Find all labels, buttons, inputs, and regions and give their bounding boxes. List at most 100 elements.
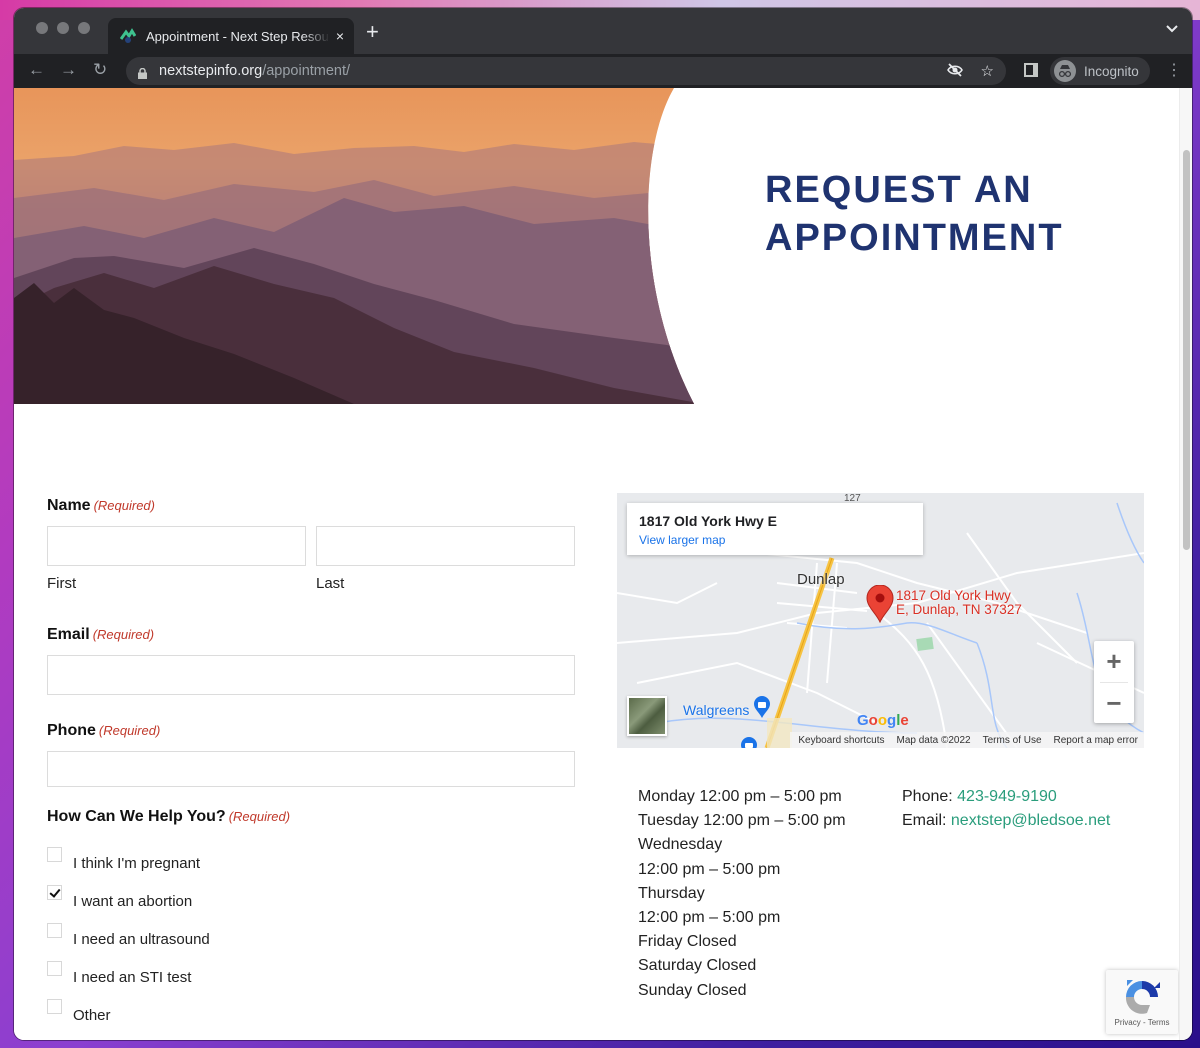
view-larger-map-link[interactable]: View larger map [639, 533, 911, 547]
shopping-bag-poi-icon[interactable] [753, 695, 771, 724]
recaptcha-privacy-terms[interactable]: Privacy - Terms [1106, 1018, 1178, 1027]
phone-field-label: Phone (Required) [47, 722, 160, 740]
terms-of-use-link[interactable]: Terms of Use [983, 735, 1042, 746]
required-indicator: (Required) [92, 627, 155, 642]
help-option-checkbox[interactable] [47, 999, 62, 1014]
shopping-bag-poi-icon[interactable] [740, 736, 758, 748]
side-panel-icon[interactable] [1024, 63, 1038, 77]
hours-line: 12:00 pm – 5:00 pm [638, 860, 781, 878]
map-poi-label[interactable]: Walgreens [683, 702, 749, 718]
help-option-label[interactable]: I want an abortion [73, 893, 192, 910]
help-option-label[interactable]: I need an STI test [73, 969, 191, 986]
phone-link[interactable]: 423-949-9190 [957, 788, 1057, 805]
last-name-input[interactable] [316, 526, 575, 566]
hero-banner: REQUEST AN APPOINTMENT [14, 88, 1179, 404]
help-option[interactable]: Other [47, 999, 210, 1037]
help-option[interactable]: I want an abortion [47, 885, 210, 923]
new-tab-button[interactable]: + [366, 19, 379, 45]
help-option-label[interactable]: I need an ultrasound [73, 931, 210, 948]
web-page: REQUEST AN APPOINTMENT Name (Required) Fi… [14, 88, 1192, 1040]
contact-info: Phone: 423-949-9190 Email: nextstep@bled… [902, 785, 1110, 833]
reload-icon[interactable]: ↻ [93, 60, 107, 80]
hours-line: 12:00 pm – 5:00 pm [638, 909, 781, 927]
map-zoom-out-button[interactable]: − [1094, 683, 1134, 724]
keyboard-shortcuts-link[interactable]: Keyboard shortcuts [798, 735, 884, 746]
page-scrollbar[interactable] [1179, 88, 1192, 1040]
minimize-window-button[interactable] [57, 22, 69, 34]
page-title-line-1: REQUEST AN [765, 169, 1033, 211]
help-option-checkbox[interactable] [47, 961, 62, 976]
browser-window: Appointment - Next Step Resources × + ← … [14, 8, 1192, 1040]
scrollbar-thumb[interactable] [1183, 150, 1190, 550]
contact-phone: Phone: 423-949-9190 [902, 785, 1110, 809]
report-map-error-link[interactable]: Report a map error [1054, 735, 1138, 746]
hours-line: Saturday Closed [638, 957, 757, 975]
help-option-checkbox[interactable] [47, 885, 62, 900]
incognito-profile-button[interactable]: Incognito [1050, 57, 1150, 85]
office-hours: Monday 12:00 pm – 5:00 pm Tuesday 12:00 … [638, 785, 846, 1003]
recaptcha-badge[interactable]: Privacy - Terms [1106, 970, 1178, 1034]
title-bar: Appointment - Next Step Resources × + [14, 8, 1192, 54]
page-title-line-2: APPOINTMENT [765, 217, 1064, 259]
required-indicator: (Required) [93, 498, 155, 513]
phone-label: Phone [47, 722, 96, 739]
help-option-label[interactable]: I think I'm pregnant [73, 855, 200, 872]
email-caption: Email: [902, 812, 951, 830]
tab-title: Appointment - Next Step Resources [146, 28, 330, 44]
back-arrow-icon[interactable]: ← [28, 60, 45, 80]
last-name-sublabel: Last [316, 575, 345, 592]
bookmark-star-icon[interactable]: ☆ [981, 62, 994, 82]
phone-caption: Phone: [902, 788, 958, 805]
pin-address-line-1: 1817 Old York Hwy [896, 588, 1011, 603]
url-domain: nextstepinfo.org [159, 63, 263, 79]
maximize-window-button[interactable] [78, 22, 90, 34]
help-option[interactable]: I need an ultrasound [47, 923, 210, 961]
window-controls [36, 22, 90, 34]
browser-menu-icon[interactable]: ⋮ [1166, 60, 1182, 80]
help-field-label: How Can We Help You? (Required) [47, 808, 290, 826]
incognito-icon [1054, 60, 1076, 82]
email-label: Email [47, 626, 90, 643]
pin-address-line-2: E, Dunlap, TN 37327 [896, 602, 1022, 617]
page-title: REQUEST AN APPOINTMENT [765, 166, 1064, 262]
help-option-checkbox[interactable] [47, 923, 62, 938]
hours-line: Tuesday 12:00 pm – 5:00 pm [638, 812, 846, 830]
help-option-checkbox[interactable] [47, 847, 62, 862]
url-path: /appointment/ [262, 63, 351, 79]
map-data-attribution: Map data ©2022 [896, 734, 971, 746]
name-field-label: Name (Required) [47, 497, 155, 515]
address-bar[interactable]: nextstepinfo.org/appointment/ ☆ [126, 57, 1006, 85]
tab-close-icon[interactable]: × [336, 28, 344, 44]
hours-line: Sunday Closed [638, 981, 747, 999]
first-name-sublabel: First [47, 575, 77, 592]
satellite-view-toggle[interactable] [627, 696, 667, 736]
help-option[interactable]: I think I'm pregnant [47, 847, 210, 885]
email-input[interactable] [47, 655, 575, 695]
tab-appointment[interactable]: Appointment - Next Step Resources × [108, 18, 354, 54]
map-pin-icon[interactable] [866, 584, 894, 628]
email-link[interactable]: nextstep@bledsoe.net [951, 812, 1110, 829]
tab-search-chevron-icon[interactable] [1166, 22, 1178, 36]
name-label: Name [47, 497, 91, 514]
map-card-address: 1817 Old York Hwy E [639, 513, 777, 529]
incognito-label: Incognito [1084, 63, 1139, 79]
embedded-map[interactable]: 127 1817 Old York Hwy E View larger map … [617, 493, 1144, 748]
forward-arrow-icon[interactable]: → [60, 60, 77, 80]
browser-toolbar: ← → ↻ nextstepinfo.org/appointment/ ☆ In… [14, 54, 1192, 88]
help-options-list: I think I'm pregnant I want an abortion … [47, 847, 210, 1037]
recaptcha-icon [1123, 978, 1161, 1016]
url-text[interactable]: nextstepinfo.org/appointment/ [159, 63, 350, 79]
map-info-card: 1817 Old York Hwy E View larger map [627, 503, 923, 555]
help-option[interactable]: I need an STI test [47, 961, 210, 999]
hours-line: Friday Closed [638, 933, 737, 951]
required-indicator: (Required) [228, 809, 291, 824]
first-name-input[interactable] [47, 526, 306, 566]
help-option-label[interactable]: Other [73, 1007, 111, 1024]
map-zoom-controls: + − [1094, 641, 1134, 723]
close-window-button[interactable] [36, 22, 48, 34]
tracking-protection-eye-off-icon[interactable] [946, 62, 963, 82]
phone-input[interactable] [47, 751, 575, 787]
lock-icon[interactable] [138, 66, 147, 79]
map-zoom-in-button[interactable]: + [1094, 641, 1134, 682]
required-indicator: (Required) [98, 723, 161, 738]
